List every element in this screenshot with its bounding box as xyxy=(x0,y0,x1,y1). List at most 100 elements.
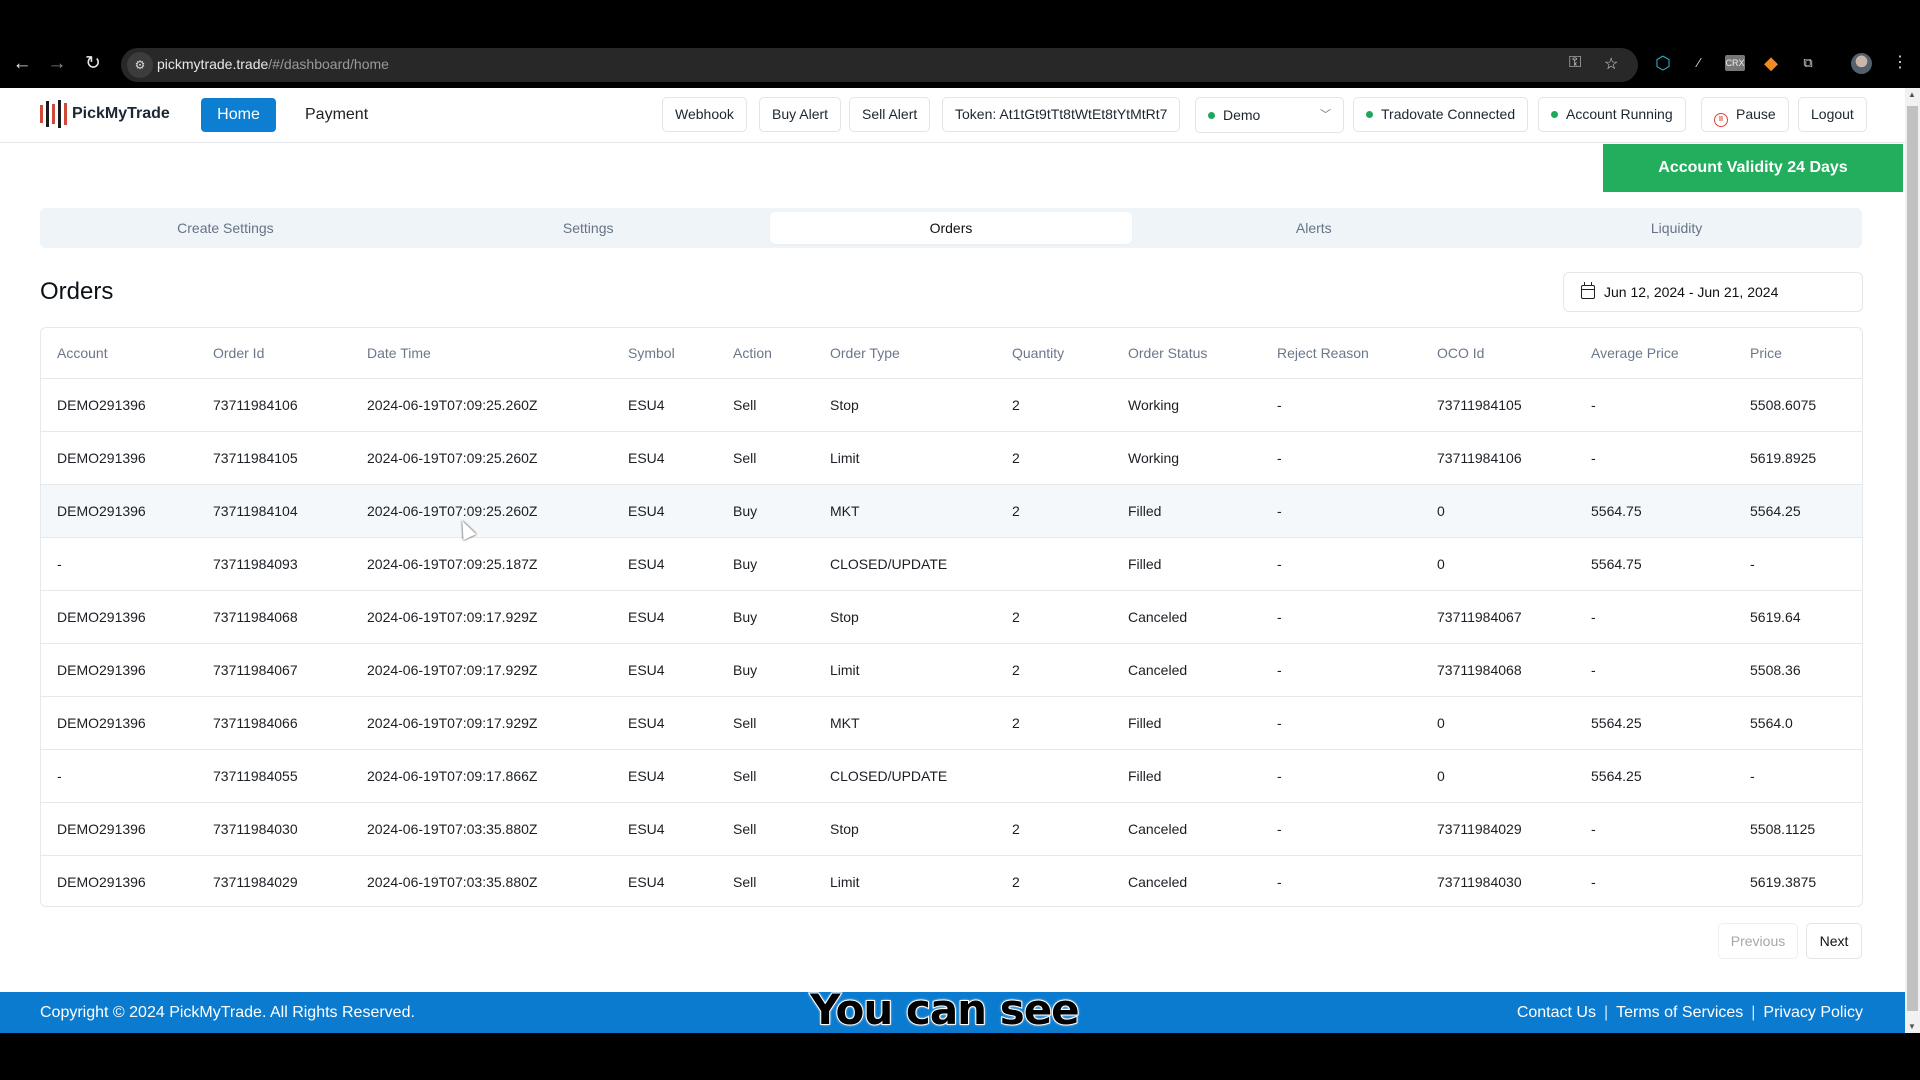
extension-brush-icon[interactable]: ⁄ xyxy=(1688,52,1710,74)
column-header-oco-id[interactable]: OCO Id xyxy=(1421,328,1575,379)
column-header-order-status[interactable]: Order Status xyxy=(1112,328,1261,379)
tab-bar: Create Settings Settings Orders Alerts L… xyxy=(40,208,1862,248)
tab-settings[interactable]: Settings xyxy=(407,212,770,244)
cell-order-type: Limit xyxy=(814,643,996,697)
tab-liquidity[interactable]: Liquidity xyxy=(1495,212,1858,244)
cell-symbol: ESU4 xyxy=(612,590,717,644)
table-row[interactable]: DEMO291396 73711984106 2024-06-19T07:09:25… xyxy=(41,378,1862,432)
previous-page-button[interactable]: Previous xyxy=(1718,923,1798,959)
column-header-price[interactable]: Price xyxy=(1734,328,1862,379)
cell-action: Buy xyxy=(717,484,814,538)
column-header-action[interactable]: Action xyxy=(717,328,814,379)
table-row[interactable]: DEMO291396 73711984105 2024-06-19T07:09:25… xyxy=(41,431,1862,485)
profile-avatar[interactable] xyxy=(1851,53,1872,74)
table-row[interactable]: DEMO291396 73711984066 2024-06-19T07:09:17… xyxy=(41,696,1862,750)
cell-action: Buy xyxy=(717,537,814,591)
extension-fox-icon[interactable]: ◆ xyxy=(1760,52,1782,74)
table-row[interactable]: DEMO291396 73711984067 2024-06-19T07:09:17… xyxy=(41,643,1862,697)
extension-crx-icon[interactable]: CRX xyxy=(1725,55,1745,71)
column-header-account[interactable]: Account xyxy=(41,328,197,379)
extensions-puzzle-icon[interactable]: ⧉ xyxy=(1797,52,1819,74)
forward-icon[interactable]: → xyxy=(43,50,71,78)
reload-icon[interactable]: ↻ xyxy=(79,50,107,78)
cell-average-price: 5564.75 xyxy=(1575,484,1734,538)
cell-oco-id: 0 xyxy=(1421,484,1575,538)
pause-button[interactable]: II Pause xyxy=(1701,97,1789,132)
back-icon[interactable]: ← xyxy=(8,50,36,78)
cell-price: 5508.36 xyxy=(1734,643,1862,697)
cell-oco-id: 73711984030 xyxy=(1437,873,1522,890)
column-header-order-id[interactable]: Order Id xyxy=(197,328,351,379)
cell-order-id: 73711984030 xyxy=(197,802,351,856)
cell-order-status: Filled xyxy=(1112,696,1261,750)
date-range-picker[interactable]: Jun 12, 2024 - Jun 21, 2024 xyxy=(1563,272,1863,312)
tab-orders[interactable]: Orders xyxy=(769,212,1133,244)
extension-web-icon[interactable]: ⬡ xyxy=(1652,52,1674,74)
logout-button[interactable]: Logout xyxy=(1798,97,1867,132)
account-select[interactable]: Demo ﹀ xyxy=(1195,97,1344,133)
table-row[interactable]: DEMO291396 73711984104 2024-06-19T07:09:25… xyxy=(41,484,1862,538)
account-running-button[interactable]: Account Running xyxy=(1538,97,1686,132)
cell-price: 5564.25 xyxy=(1734,484,1862,538)
table-row[interactable]: DEMO291396 73711984068 2024-06-19T07:09:17… xyxy=(41,590,1862,644)
webhook-button[interactable]: Webhook xyxy=(662,97,747,132)
column-header-order-type[interactable]: Order Type xyxy=(814,328,996,379)
menu-kebab-icon[interactable]: ⋮ xyxy=(1892,52,1908,72)
cell-oco-id: 73711984068 xyxy=(1421,643,1575,697)
token-button[interactable]: Token: At1tGt9tTt8tWtEt8tYtMtRt7 xyxy=(942,97,1181,132)
next-page-button[interactable]: Next xyxy=(1806,923,1862,959)
cell-order-type: CLOSED/UPDATE xyxy=(814,749,996,803)
column-header-quantity[interactable]: Quantity xyxy=(996,328,1112,379)
key-icon[interactable]: ⚿ xyxy=(1569,54,1581,72)
terms-of-services-link[interactable]: Terms of Services xyxy=(1616,1004,1743,1022)
address-bar[interactable]: ⚙ pickmytrade.trade/#/dashboard/home ⚿ ☆ xyxy=(121,48,1638,82)
cell-action: Sell xyxy=(717,378,814,432)
tradovate-status-button[interactable]: Tradovate Connected xyxy=(1353,97,1529,132)
cell-average-price: - xyxy=(1575,590,1734,644)
scrollbar-thumb[interactable] xyxy=(1907,106,1918,1011)
site-info-icon[interactable]: ⚙ xyxy=(127,52,153,78)
table-row[interactable]: -73711984055 2024-06-19T07:09:17.866Z ESU4… xyxy=(41,749,1862,803)
scroll-up-arrow-icon[interactable]: ▲ xyxy=(1908,90,1916,99)
column-header-symbol[interactable]: Symbol xyxy=(612,328,717,379)
cell-order-id: 73711984106 xyxy=(197,378,351,432)
cell-date-time: 2024-06-19T07:03:35.880Z xyxy=(351,802,612,856)
calendar-icon xyxy=(1581,282,1595,299)
column-header-average-price[interactable]: Average Price xyxy=(1575,328,1734,379)
nav-payment-link[interactable]: Payment xyxy=(305,98,368,132)
column-header-date-time[interactable]: Date Time xyxy=(351,328,612,379)
cell-date-time: 2024-06-19T07:09:17.866Z xyxy=(351,749,612,803)
pause-label: Pause xyxy=(1736,106,1776,122)
cell-order-id: 73711984066 xyxy=(197,696,351,750)
table-row[interactable]: -73711984093 2024-06-19T07:09:25.187Z ESU4… xyxy=(41,537,1862,591)
table-row[interactable]: DEMO291396 73711984030 2024-06-19T07:03:35… xyxy=(41,802,1862,856)
tab-create-settings[interactable]: Create Settings xyxy=(44,212,407,244)
cell-order-status: Working xyxy=(1112,431,1261,485)
scroll-down-arrow-icon[interactable]: ▼ xyxy=(1908,1022,1916,1031)
contact-us-link[interactable]: Contact Us xyxy=(1517,1004,1596,1022)
page-scrollbar[interactable]: ▲ ▼ xyxy=(1905,88,1920,1033)
url-text[interactable]: pickmytrade.trade/#/dashboard/home xyxy=(157,56,389,72)
table-row[interactable]: DEMO291396 73711984029 2024-06-19T07:03:35… xyxy=(41,855,1862,906)
star-icon[interactable]: ☆ xyxy=(1604,54,1618,74)
privacy-policy-link[interactable]: Privacy Policy xyxy=(1763,1004,1863,1022)
tab-alerts[interactable]: Alerts xyxy=(1132,212,1495,244)
nav-home-button[interactable]: Home xyxy=(201,98,276,132)
cell-symbol: ESU4 xyxy=(612,484,717,538)
cell-account: DEMO291396 xyxy=(41,643,197,697)
cell-action: Buy xyxy=(717,643,814,697)
cell-symbol: ESU4 xyxy=(628,873,665,890)
cell-order-status: Canceled xyxy=(1112,643,1261,697)
cell-date-time: 2024-06-19T07:09:25.260Z xyxy=(351,484,612,538)
buy-alert-button[interactable]: Buy Alert xyxy=(759,97,842,132)
divider: | xyxy=(1751,1004,1756,1021)
brand-name: PickMyTrade xyxy=(72,105,170,122)
brand-logo[interactable]: PickMyTrade xyxy=(40,100,170,128)
cell-price: - xyxy=(1734,749,1862,803)
cell-order-status: Filled xyxy=(1112,484,1261,538)
cell-symbol: ESU4 xyxy=(612,643,717,697)
sell-alert-button[interactable]: Sell Alert xyxy=(849,97,931,132)
cell-order-id: 73711984055 xyxy=(197,749,351,803)
cell-date-time: 2024-06-19T07:09:25.260Z xyxy=(351,378,612,432)
column-header-reject-reason[interactable]: Reject Reason xyxy=(1261,328,1421,379)
